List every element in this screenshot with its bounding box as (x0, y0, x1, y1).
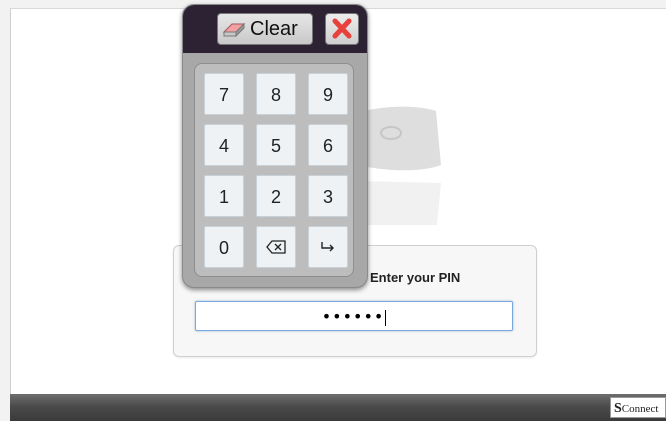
pin-keypad: Clear 7 8 9 4 5 6 1 2 3 0 (182, 4, 368, 288)
backspace-icon (266, 240, 286, 254)
enter-arrow-icon (321, 242, 334, 252)
clear-label: Clear (250, 18, 298, 40)
close-x-icon (332, 18, 352, 39)
clear-button[interactable]: Clear (217, 13, 313, 45)
key-1[interactable]: 1 (204, 175, 244, 217)
key-0[interactable]: 0 (204, 226, 244, 268)
key-5[interactable]: 5 (256, 124, 296, 166)
brand-logo: SConnect (610, 397, 666, 418)
keypad-header: Clear (183, 5, 367, 53)
pin-masked-value: •••••• (321, 307, 385, 326)
key-7[interactable]: 7 (204, 73, 244, 115)
footer-bar: SConnect (10, 394, 666, 421)
key-4[interactable]: 4 (204, 124, 244, 166)
key-6[interactable]: 6 (308, 124, 348, 166)
key-3[interactable]: 3 (308, 175, 348, 217)
text-caret (385, 309, 387, 326)
close-button[interactable] (325, 13, 359, 45)
key-2[interactable]: 2 (256, 175, 296, 217)
key-9[interactable]: 9 (308, 73, 348, 115)
backspace-key[interactable] (256, 226, 296, 268)
enter-key[interactable] (308, 226, 348, 268)
key-8[interactable]: 8 (256, 73, 296, 115)
eraser-icon (222, 22, 246, 37)
pin-input[interactable]: •••••• (195, 301, 513, 331)
keypad-grid: 7 8 9 4 5 6 1 2 3 0 (194, 63, 354, 277)
pin-label: Enter your PIN (370, 270, 461, 285)
